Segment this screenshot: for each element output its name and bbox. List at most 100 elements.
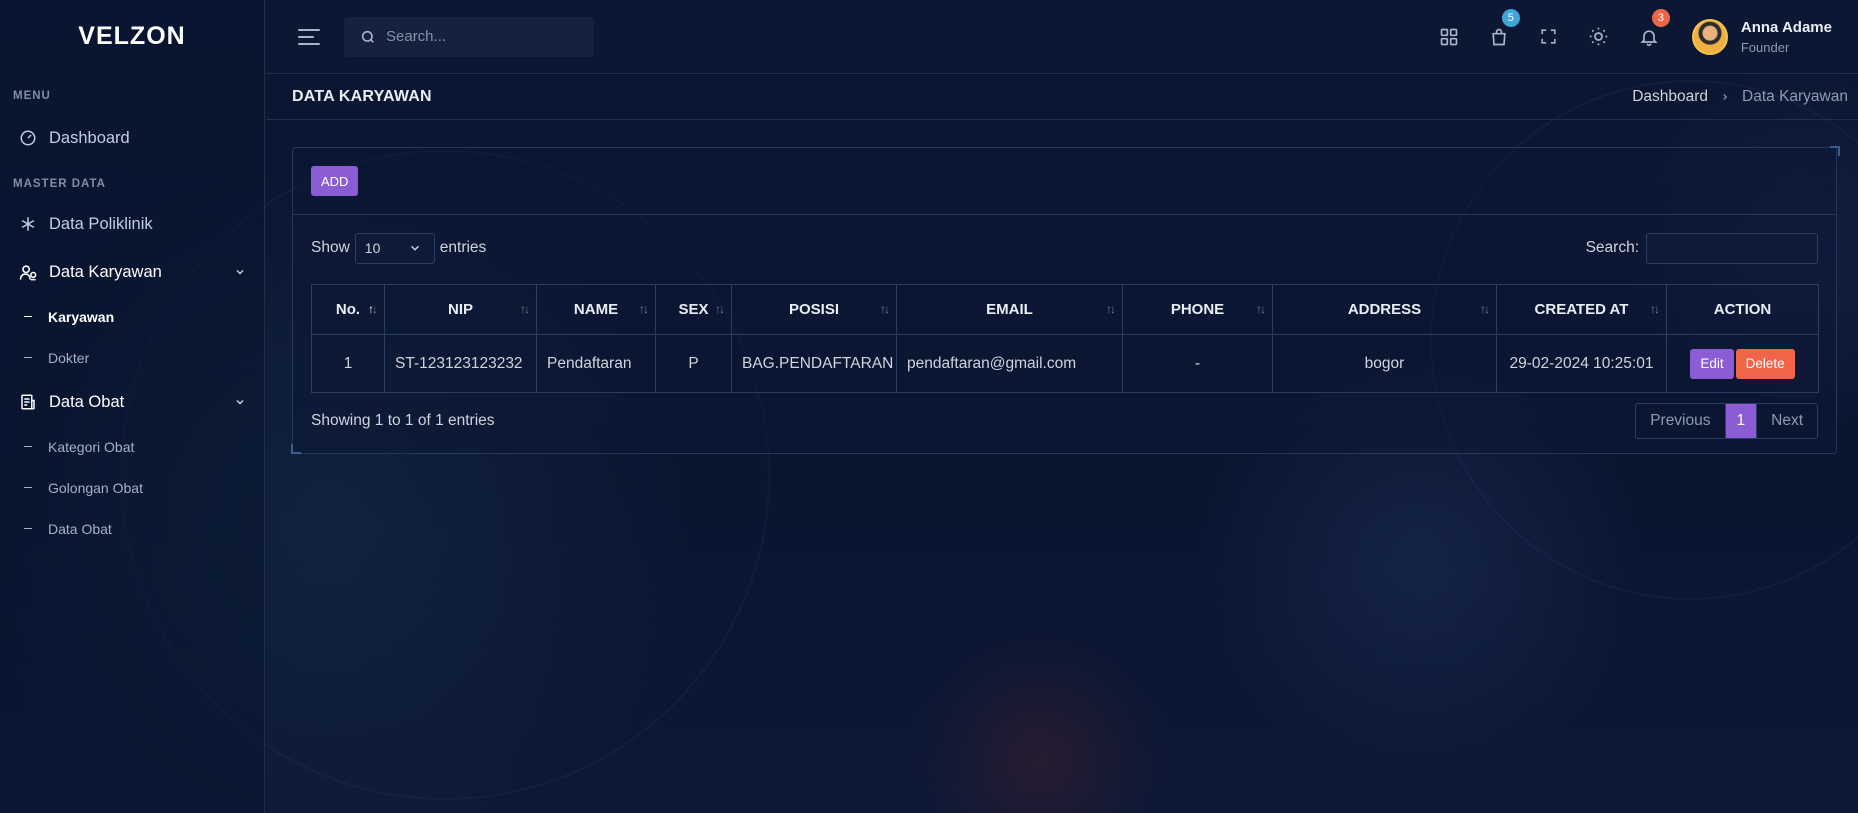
- topbar-actions: 5 3 Anna Adame Founder: [1424, 0, 1858, 74]
- column-header-action: ACTION: [1666, 284, 1819, 335]
- add-button[interactable]: ADD: [311, 166, 359, 196]
- entries-label: entries: [439, 239, 487, 256]
- chevron-down-icon: [408, 241, 422, 255]
- dash-icon: [24, 316, 32, 317]
- notification-count-badge: 3: [1651, 8, 1670, 27]
- asterisk-icon: [18, 214, 38, 234]
- edit-button[interactable]: Edit: [1690, 348, 1734, 379]
- column-header-posisi[interactable]: POSISI ↑↓: [731, 284, 897, 335]
- column-header-nip[interactable]: NIP ↑↓: [384, 284, 537, 335]
- table-search-input[interactable]: [1646, 232, 1818, 264]
- sort-icon: ↑↓: [368, 302, 378, 316]
- card-header: ADD: [293, 148, 1836, 215]
- brand-logo[interactable]: VELZON: [0, 0, 264, 72]
- table-footer: Showing 1 to 1 of 1 entries Previous 1 N…: [293, 403, 1836, 439]
- table-header-row: No. ↑↓ NIP ↑↓ NAME ↑↓ SEX ↑↓ POSISI ↑↓ EMAIL ↑…: [311, 284, 1819, 335]
- chevron-right-icon: [1720, 90, 1730, 105]
- table-row: 1 ST-123123123232 Pendaftaran P BAG.PEND…: [311, 334, 1819, 393]
- sidebar-subitem-label: Golongan Obat: [48, 479, 143, 496]
- users-icon: [18, 262, 38, 282]
- search-icon: [360, 29, 376, 45]
- column-header-no[interactable]: No. ↑↓: [311, 284, 385, 335]
- sort-icon: ↑↓: [639, 302, 649, 316]
- shopping-bag-icon: [1489, 27, 1509, 47]
- breadcrumb-current: Data Karyawan: [1742, 88, 1848, 105]
- cell-phone: -: [1122, 334, 1273, 393]
- notifications-button[interactable]: 3: [1624, 0, 1674, 74]
- sidebar-subitem-kategori-obat[interactable]: Kategori Obat: [0, 426, 264, 467]
- column-header-sex[interactable]: SEX ↑↓: [655, 284, 732, 335]
- sun-icon: [1588, 26, 1609, 47]
- dash-icon: [24, 446, 32, 447]
- sidebar-subitem-label: Kategori Obat: [48, 438, 135, 455]
- column-header-name[interactable]: NAME ↑↓: [536, 284, 656, 335]
- hamburger-menu-icon[interactable]: [298, 28, 324, 45]
- sidebar-subitem-karyawan[interactable]: Karyawan: [0, 296, 264, 337]
- sidebar-item-label: Dashboard: [49, 128, 130, 147]
- sidebar-subitem-dokter[interactable]: Dokter: [0, 337, 264, 378]
- fullscreen-button[interactable]: [1524, 0, 1574, 74]
- column-header-email[interactable]: EMAIL ↑↓: [896, 284, 1123, 335]
- sort-icon: ↑↓: [1106, 302, 1116, 316]
- sidebar: VELZON MENU Dashboard MASTER DATA Data P…: [0, 0, 265, 813]
- chevron-down-icon: [234, 266, 246, 278]
- pagination-next[interactable]: Next: [1756, 404, 1817, 438]
- sort-icon: ↑↓: [1256, 302, 1266, 316]
- apps-grid-icon: [1439, 27, 1459, 47]
- sidebar-item-data-obat[interactable]: Data Obat: [0, 378, 264, 426]
- sidebar-item-label: Data Karyawan: [49, 262, 162, 281]
- pagination: Previous 1 Next: [1635, 403, 1818, 439]
- sort-icon: ↑↓: [1480, 302, 1490, 316]
- cell-action: Edit Delete: [1666, 334, 1819, 393]
- user-profile-dropdown[interactable]: Anna Adame Founder: [1691, 18, 1832, 55]
- table-info: Showing 1 to 1 of 1 entries: [311, 412, 495, 429]
- cell-email: pendaftaran@gmail.com: [896, 334, 1123, 393]
- cell-no: 1: [311, 334, 385, 393]
- table-controls: Show 10 entries Search:: [293, 232, 1836, 264]
- delete-button[interactable]: Delete: [1735, 348, 1795, 379]
- search-input[interactable]: [386, 28, 576, 45]
- theme-toggle-button[interactable]: [1574, 0, 1624, 74]
- column-header-created-at[interactable]: CREATED AT ↑↓: [1496, 284, 1667, 335]
- dash-icon: [24, 487, 32, 488]
- global-search: [344, 16, 594, 57]
- page-title-bar: DATA KARYAWAN Dashboard Data Karyawan: [266, 75, 1858, 120]
- column-header-phone[interactable]: PHONE ↑↓: [1122, 284, 1273, 335]
- table-search: Search:: [1585, 232, 1818, 264]
- sidebar-item-data-karyawan[interactable]: Data Karyawan: [0, 248, 264, 296]
- cart-count-badge: 5: [1501, 8, 1520, 27]
- file-list-icon: [18, 392, 38, 412]
- sidebar-item-data-poliklinik[interactable]: Data Poliklinik: [0, 200, 264, 248]
- entries-per-page-select[interactable]: 10: [354, 232, 435, 264]
- cell-name: Pendaftaran: [536, 334, 656, 393]
- chevron-down-icon: [234, 396, 246, 408]
- sidebar-subitem-label: Data Obat: [48, 520, 112, 537]
- table-search-label: Search:: [1585, 239, 1639, 256]
- apps-grid-button[interactable]: [1424, 0, 1474, 74]
- sidebar-subitem-golongan-obat[interactable]: Golongan Obat: [0, 467, 264, 508]
- sidebar-item-dashboard[interactable]: Dashboard: [0, 114, 264, 162]
- user-role: Founder: [1740, 39, 1790, 55]
- entries-per-page-value: 10: [364, 240, 381, 256]
- master-data-section-title: MASTER DATA: [13, 178, 106, 190]
- cell-posisi: BAG.PENDAFTARAN: [731, 334, 897, 393]
- sidebar-subitem-data-obat[interactable]: Data Obat: [0, 508, 264, 549]
- dash-icon: [24, 357, 32, 358]
- pagination-page-current[interactable]: 1: [1725, 404, 1757, 438]
- column-header-address[interactable]: ADDRESS ↑↓: [1272, 284, 1497, 335]
- cart-button[interactable]: 5: [1474, 0, 1524, 74]
- sidebar-item-label: Data Poliklinik: [49, 214, 153, 233]
- sort-icon: ↑↓: [1650, 302, 1660, 316]
- fullscreen-icon: [1539, 27, 1558, 46]
- corner-accent: [1830, 146, 1840, 156]
- cell-nip: ST-123123123232: [384, 334, 537, 393]
- logo-text: VELZON: [78, 21, 186, 50]
- corner-accent: [291, 444, 301, 454]
- pagination-previous[interactable]: Previous: [1636, 404, 1726, 438]
- breadcrumb-link-dashboard[interactable]: Dashboard: [1632, 88, 1708, 106]
- show-label: Show: [311, 239, 350, 256]
- employee-data-card: ADD Show 10 entries Search: No. ↑↓ NIP ↑↓ …: [292, 147, 1837, 454]
- sort-icon: ↑↓: [520, 302, 530, 316]
- bell-icon: [1639, 27, 1659, 47]
- sidebar-subitem-label: Karyawan: [48, 308, 115, 325]
